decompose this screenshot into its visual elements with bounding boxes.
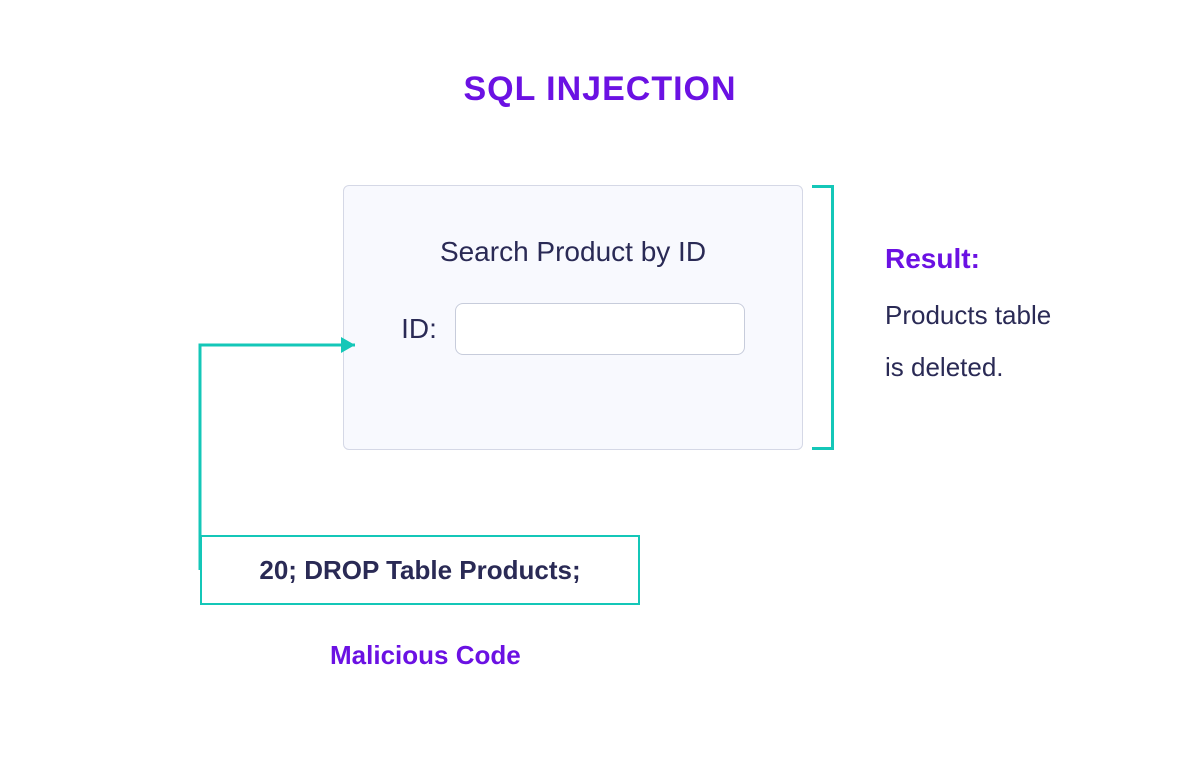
search-card: Search Product by ID ID: (343, 185, 803, 450)
diagram-title: SQL INJECTION (463, 70, 736, 109)
malicious-code-text: 20; DROP Table Products; (259, 555, 580, 586)
malicious-code-label: Malicious Code (330, 640, 521, 671)
result-bracket-icon (812, 185, 834, 450)
id-label: ID: (401, 313, 437, 345)
id-input[interactable] (455, 303, 745, 355)
malicious-code-box: 20; DROP Table Products; (200, 535, 640, 605)
id-row: ID: (384, 303, 762, 355)
result-text-line2: is deleted. (885, 352, 1004, 383)
card-heading: Search Product by ID (384, 236, 762, 268)
result-text-line1: Products table (885, 300, 1051, 331)
result-label: Result: (885, 243, 980, 275)
